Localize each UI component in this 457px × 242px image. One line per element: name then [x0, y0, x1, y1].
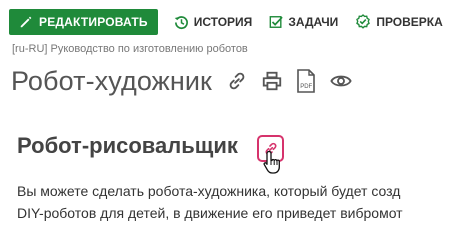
tasks-label: ЗАДАЧИ — [288, 15, 339, 29]
title-row: Робот-художник PDF — [11, 63, 353, 99]
pencil-icon — [20, 16, 32, 28]
edit-button[interactable]: РЕДАКТИРОВАТЬ — [9, 9, 158, 35]
check-label: ПРОВЕРКА — [376, 15, 443, 29]
pdf-icon[interactable]: PDF — [296, 69, 316, 93]
title-actions: PDF — [226, 69, 353, 93]
eye-icon[interactable] — [329, 70, 353, 92]
top-toolbar: РЕДАКТИРОВАТЬ ИСТОРИЯ ЗАДАЧИ ПРОВЕРКА — [9, 8, 443, 36]
check-button[interactable]: ПРОВЕРКА — [355, 14, 443, 30]
history-button[interactable]: ИСТОРИЯ — [174, 15, 253, 30]
page-title: Робот-художник — [11, 65, 212, 96]
history-label: ИСТОРИЯ — [193, 15, 253, 29]
tasks-button[interactable]: ЗАДАЧИ — [269, 15, 338, 29]
history-icon — [174, 15, 188, 29]
paragraph-line: Вы можете сделать робота-художника, кото… — [17, 183, 401, 199]
section-paragraph: Вы можете сделать робота-художника, кото… — [17, 180, 457, 224]
section-heading: Робот-рисовальщик — [17, 133, 238, 158]
edit-button-label: РЕДАКТИРОВАТЬ — [39, 15, 148, 29]
paragraph-line: DIY-роботов для детей, в движение его пр… — [17, 205, 403, 221]
badge-check-icon — [356, 14, 371, 29]
breadcrumb[interactable]: [ru-RU] Руководство по изготовлению робо… — [12, 43, 248, 55]
checkbox-icon — [269, 16, 284, 28]
hand-cursor-icon — [263, 150, 280, 174]
link-icon[interactable] — [226, 70, 248, 92]
print-icon[interactable] — [261, 70, 283, 92]
pdf-icon-text: PDF — [300, 84, 312, 90]
